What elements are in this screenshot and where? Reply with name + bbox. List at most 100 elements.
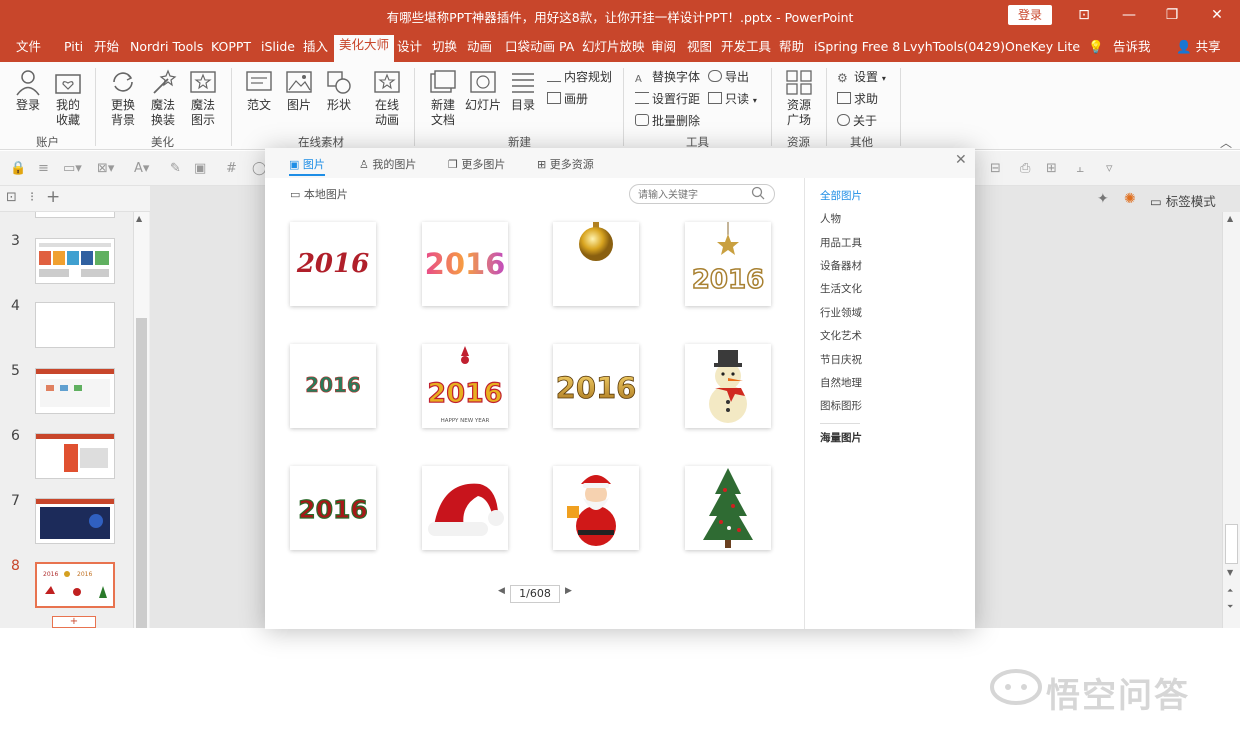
scroll-thumb[interactable]: [136, 318, 147, 628]
settings-button[interactable]: ⚙ 设置 ▾: [837, 68, 886, 85]
category-nature[interactable]: 自然地理: [820, 375, 862, 390]
collapse-ribbon-icon[interactable]: ︿: [1220, 134, 1232, 151]
tab-insert[interactable]: 插入: [303, 38, 328, 62]
tab-file[interactable]: 文件: [16, 38, 41, 62]
magic-diagram-button[interactable]: 魔法 图示: [186, 68, 220, 128]
tab-nordri-tools[interactable]: Nordri Tools: [130, 38, 203, 62]
next-page-icon[interactable]: ▶: [565, 586, 572, 596]
tab-view[interactable]: 视图: [687, 38, 712, 62]
scroll-down-icon[interactable]: ▼: [1227, 568, 1233, 577]
template-button[interactable]: 范文: [241, 68, 277, 113]
slide-thumbnail-partial[interactable]: [35, 212, 115, 218]
new-slide-button[interactable]: 幻灯片: [464, 68, 502, 113]
minimize-icon[interactable]: —: [1115, 4, 1143, 26]
online-picture-button[interactable]: 图片: [282, 68, 316, 113]
previous-page-icon[interactable]: ◀: [498, 586, 505, 596]
picture-item[interactable]: 2016: [422, 222, 508, 306]
resource-square-button[interactable]: 资源 广场: [781, 68, 817, 128]
previous-slide-icon[interactable]: ⏶: [1227, 586, 1233, 596]
font-color-icon[interactable]: A▾: [134, 161, 149, 176]
format-painter-icon[interactable]: ▣: [194, 161, 206, 176]
tab-onekey-lite[interactable]: OneKey Lite: [1005, 38, 1080, 62]
panel-toggle-icon[interactable]: ⊡: [6, 190, 17, 205]
hash-icon[interactable]: #: [226, 161, 237, 176]
next-slide-icon[interactable]: ⏷: [1227, 602, 1233, 612]
slide-thumbnail-active[interactable]: 2016 2016: [35, 562, 115, 608]
login-button[interactable]: 登录: [1008, 5, 1052, 25]
new-document-button[interactable]: 新建 文档: [425, 68, 461, 128]
slide-thumbnail[interactable]: [35, 433, 115, 479]
eyedropper-icon[interactable]: ✎: [170, 161, 181, 176]
tab-review[interactable]: 审阅: [651, 38, 676, 62]
layout-icon[interactable]: ⊞: [1046, 161, 1057, 176]
dialog-close-icon[interactable]: ✕: [955, 152, 967, 168]
picture-item[interactable]: [685, 344, 771, 428]
picture-item[interactable]: [553, 466, 639, 550]
lightbulb-icon[interactable]: 💡: [1088, 38, 1104, 62]
picture-item[interactable]: 2016 HAPPY NEW YEAR: [422, 344, 508, 428]
restore-icon[interactable]: ❐: [1158, 4, 1186, 26]
replace-font-button[interactable]: A 替换字体: [635, 68, 700, 86]
tab-ispring[interactable]: iSpring Free 8: [814, 38, 900, 62]
scroll-thumb[interactable]: [1225, 524, 1238, 564]
picture-item[interactable]: [422, 466, 508, 550]
readonly-button[interactable]: 只读 ▾: [708, 90, 757, 107]
content-plan-button[interactable]: 内容规划: [547, 68, 612, 85]
slide-thumbnail[interactable]: [35, 498, 115, 544]
shape-button[interactable]: 形状: [322, 68, 356, 113]
scroll-up-icon[interactable]: ▲: [1227, 214, 1233, 223]
toc-button[interactable]: 目录: [506, 68, 540, 113]
lock-icon[interactable]: 🔒: [10, 161, 26, 176]
online-animation-button[interactable]: 在线 动画: [368, 68, 406, 128]
tab-my-pictures[interactable]: ♙ 我的图片: [359, 156, 416, 172]
editor-scrollbar[interactable]: ▲ ▼ ⏶ ⏷: [1222, 212, 1240, 628]
category-life-culture[interactable]: 生活文化: [820, 281, 862, 296]
local-picture-button[interactable]: ▭ 本地图片: [290, 186, 348, 202]
distribute-icon[interactable]: ⊟: [990, 161, 1001, 176]
close-icon[interactable]: ✕: [1203, 4, 1231, 26]
panel-more-icon[interactable]: ⁝: [30, 190, 34, 205]
share-button[interactable]: 👤 共享: [1176, 38, 1221, 62]
picture-item[interactable]: 2016: [553, 344, 639, 428]
picture-item[interactable]: [553, 222, 639, 306]
text-direction-icon[interactable]: ⊠▾: [97, 161, 114, 176]
picture-item[interactable]: 2016: [685, 222, 771, 306]
about-button[interactable]: 关于: [837, 112, 877, 129]
tab-pictures[interactable]: ▣ 图片: [289, 156, 325, 176]
category-people[interactable]: 人物: [820, 211, 841, 226]
album-button[interactable]: 画册: [547, 90, 588, 107]
picture-item[interactable]: [685, 466, 771, 550]
tab-help[interactable]: 帮助: [779, 38, 804, 62]
tab-piti[interactable]: Piti: [64, 38, 83, 62]
align-bottom-icon[interactable]: ⫠: [1076, 161, 1084, 176]
change-background-button[interactable]: 更换 背景: [106, 68, 140, 128]
add-slide-icon[interactable]: +: [46, 187, 60, 207]
tab-meihua-dashi[interactable]: 美化大师: [334, 35, 395, 62]
settings-sun-icon[interactable]: ✺: [1124, 191, 1136, 207]
category-tools[interactable]: 用品工具: [820, 235, 862, 250]
login-ribbon-button[interactable]: 登录: [10, 68, 46, 113]
add-slide-button[interactable]: +: [52, 616, 96, 628]
tab-transitions[interactable]: 切换: [432, 38, 457, 62]
category-all[interactable]: 全部图片: [820, 188, 862, 203]
print-icon[interactable]: ⎙: [1020, 161, 1030, 176]
scroll-up-icon[interactable]: ▲: [136, 214, 142, 223]
slide-thumbnail[interactable]: [35, 302, 115, 348]
slide-thumbnail[interactable]: [35, 368, 115, 414]
tab-animations[interactable]: 动画: [467, 38, 492, 62]
textbox-icon[interactable]: ▭▾: [63, 161, 82, 176]
category-festival[interactable]: 节日庆祝: [820, 352, 862, 367]
category-equipment[interactable]: 设备器材: [820, 258, 862, 273]
tab-more-resources[interactable]: ⊞ 更多资源: [537, 156, 594, 172]
magic-icon[interactable]: ✦: [1097, 191, 1109, 207]
tag-mode-button[interactable]: ▭ 标签模式: [1150, 191, 1216, 210]
category-massive-pictures[interactable]: 海量图片: [820, 430, 862, 445]
picture-item[interactable]: 2016: [290, 466, 376, 550]
page-input[interactable]: 1/608: [510, 585, 560, 603]
tab-lvyhtools[interactable]: LvyhTools(0429): [903, 38, 1005, 62]
tab-pocket-animation[interactable]: 口袋动画 PA: [505, 38, 574, 62]
picture-item[interactable]: 2016: [290, 222, 376, 306]
my-favorites-button[interactable]: 我的 收藏: [50, 68, 86, 128]
magic-makeover-button[interactable]: 魔法 换装: [146, 68, 180, 128]
picture-item[interactable]: 2016: [290, 344, 376, 428]
